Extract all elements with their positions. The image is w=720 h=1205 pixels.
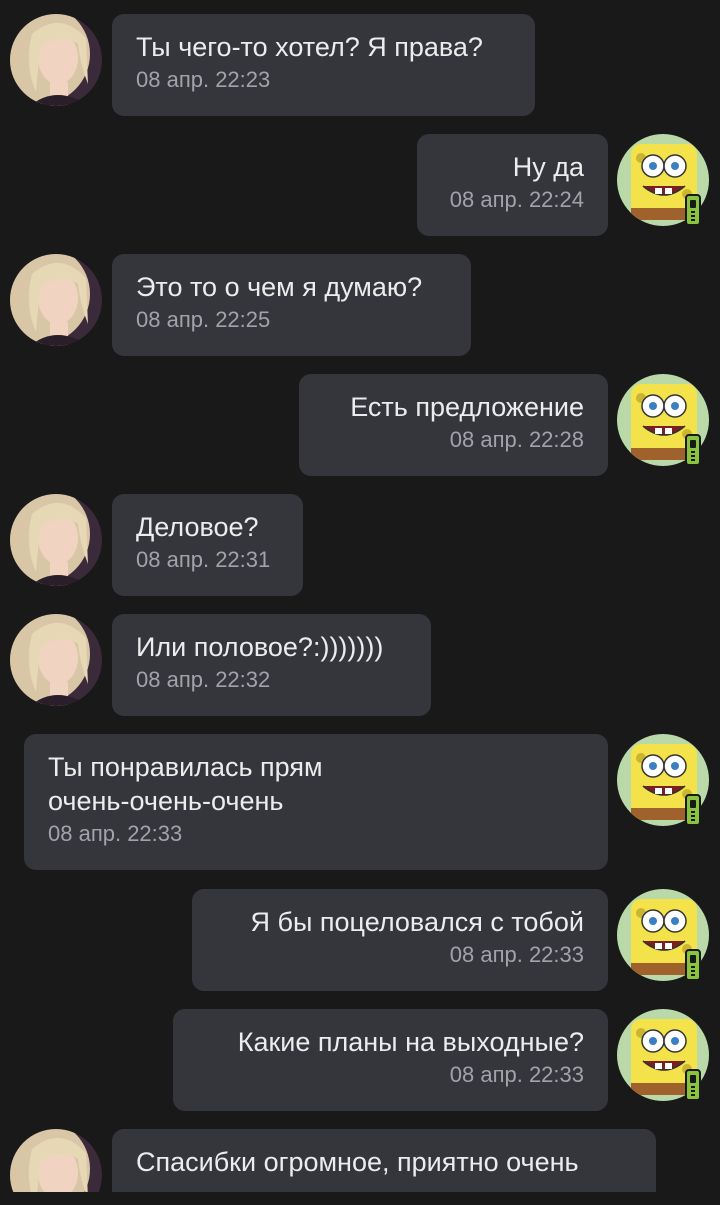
message-text: Ты понравилась прям очень-очень-очень — [48, 752, 323, 816]
mobile-phone-icon — [685, 194, 701, 226]
message-time: 08 апр. 22:31 — [136, 547, 271, 572]
message-text: Ты чего-то хотел? Я права? — [136, 32, 483, 62]
message-text: Есть предложение — [350, 392, 584, 422]
message-bubble[interactable]: Или половое?:))))))) 08 апр. 22:32 — [112, 614, 431, 716]
woman-avatar-icon[interactable] — [10, 614, 102, 706]
message-time: 08 апр. 22:33 — [449, 942, 584, 967]
message-bubble[interactable]: Спасибки огромное, приятно очень — [112, 1129, 656, 1192]
woman-avatar-icon[interactable] — [10, 14, 102, 106]
message-time: 08 апр. 22:25 — [136, 307, 271, 332]
message-text: Это то о чем я думаю? — [136, 272, 423, 302]
message-bubble[interactable]: Деловое? 08 апр. 22:31 — [112, 494, 303, 596]
message-time: 08 апр. 22:23 — [136, 67, 271, 92]
woman-avatar-icon[interactable] — [10, 494, 102, 586]
message-bubble[interactable]: Это то о чем я думаю? 08 апр. 22:25 — [112, 254, 471, 356]
message-text: Какие планы на выходные? — [237, 1027, 584, 1057]
woman-avatar-icon[interactable] — [10, 1129, 102, 1192]
message-time: 08 апр. 22:32 — [136, 667, 271, 692]
mobile-phone-icon — [685, 949, 701, 981]
woman-avatar-icon[interactable] — [10, 254, 102, 346]
message-time: 08 апр. 22:33 — [449, 1062, 584, 1087]
message-time: 08 апр. 22:28 — [449, 427, 584, 452]
mobile-phone-icon — [685, 434, 701, 466]
message-text: Деловое? — [136, 512, 259, 542]
message-text: Я бы поцеловался с тобой — [250, 907, 584, 937]
mobile-phone-icon — [685, 1069, 701, 1101]
message-bubble[interactable]: Какие планы на выходные? 08 апр. 22:33 — [173, 1009, 608, 1111]
message-text: Ну да — [512, 152, 584, 182]
message-time: 08 апр. 22:24 — [449, 187, 584, 212]
message-bubble[interactable]: Ну да 08 апр. 22:24 — [417, 134, 608, 236]
message-text: Спасибки огромное, приятно очень — [136, 1147, 579, 1177]
mobile-phone-icon — [685, 794, 701, 826]
message-bubble[interactable]: Ты чего-то хотел? Я права? 08 апр. 22:23 — [112, 14, 535, 116]
message-time: 08 апр. 22:33 — [48, 821, 183, 846]
message-bubble[interactable]: Я бы поцеловался с тобой 08 апр. 22:33 — [192, 889, 608, 991]
message-text: Или половое?:))))))) — [136, 632, 384, 662]
message-bubble[interactable]: Есть предложение 08 апр. 22:28 — [299, 374, 608, 476]
message-list[interactable]: Ты чего-то хотел? Я права? 08 апр. 22:23… — [0, 0, 720, 1192]
message-bubble[interactable]: Ты понравилась прям очень-очень-очень 08… — [24, 734, 608, 870]
